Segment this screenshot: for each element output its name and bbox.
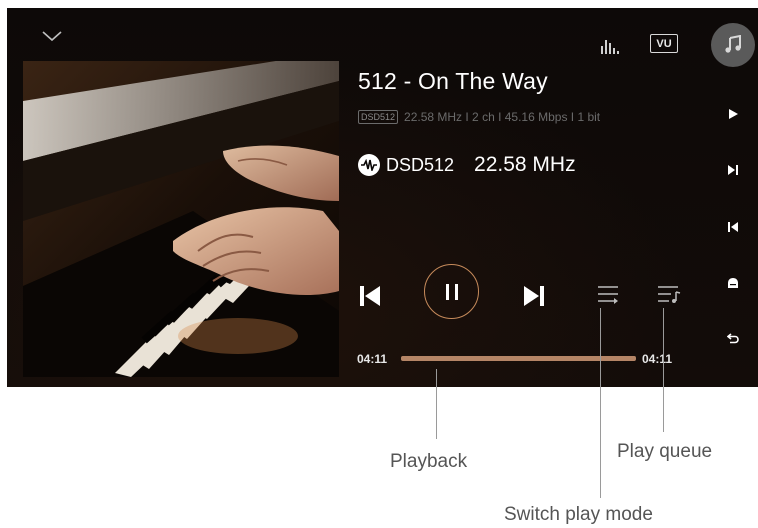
total-time: 04:11 bbox=[642, 352, 673, 366]
elapsed-time: 04:11 bbox=[357, 352, 388, 366]
skip-next-button[interactable] bbox=[521, 283, 547, 309]
pause-icon bbox=[445, 283, 458, 300]
sidebar bbox=[707, 8, 758, 387]
chevron-down-icon[interactable] bbox=[41, 28, 63, 44]
callout-line-playback bbox=[436, 369, 437, 439]
play-mode-button[interactable] bbox=[597, 284, 619, 304]
back-icon[interactable] bbox=[724, 329, 742, 347]
player-screen: 512 - On The Way DSD512 22.58 MHz I 2 ch… bbox=[7, 8, 758, 387]
callout-switch-mode: Switch play mode bbox=[504, 504, 653, 525]
sample-rate: 22.58 MHz bbox=[474, 153, 576, 176]
callout-line-switch-mode bbox=[600, 308, 601, 498]
callout-playback: Playback bbox=[390, 451, 468, 472]
play-icon[interactable] bbox=[724, 105, 742, 123]
play-pause-button[interactable] bbox=[424, 264, 479, 319]
skip-previous-button[interactable] bbox=[357, 283, 383, 309]
callout-queue: Play queue bbox=[617, 441, 713, 462]
format-badge: DSD512 bbox=[358, 110, 399, 124]
track-details: 22.58 MHz I 2 ch I 45.16 Mbps I 1 bit bbox=[404, 110, 601, 124]
track-title: 512 - On The Way bbox=[358, 68, 548, 94]
callout-line-queue bbox=[663, 308, 664, 432]
play-mode-icon bbox=[598, 286, 618, 304]
vu-meter-button[interactable]: VU bbox=[650, 34, 678, 53]
format-label: DSD512 bbox=[386, 154, 455, 175]
format-row: DSD512 22.58 MHz bbox=[358, 153, 576, 177]
equalizer-icon[interactable] bbox=[599, 36, 619, 56]
app-root: 512 - On The Way DSD512 22.58 MHz I 2 ch… bbox=[0, 0, 758, 528]
waveform-icon bbox=[358, 154, 380, 176]
play-queue-icon bbox=[658, 286, 681, 303]
skip-previous-icon bbox=[360, 286, 380, 306]
skip-previous-icon[interactable] bbox=[724, 218, 742, 236]
home-icon[interactable] bbox=[724, 274, 742, 292]
track-meta: DSD512 22.58 MHz I 2 ch I 45.16 Mbps I 1… bbox=[358, 109, 600, 125]
music-note-icon[interactable] bbox=[711, 23, 755, 67]
skip-next-icon bbox=[524, 286, 544, 306]
album-art bbox=[23, 61, 339, 377]
play-queue-button[interactable] bbox=[657, 284, 681, 304]
skip-next-icon[interactable] bbox=[724, 161, 742, 179]
